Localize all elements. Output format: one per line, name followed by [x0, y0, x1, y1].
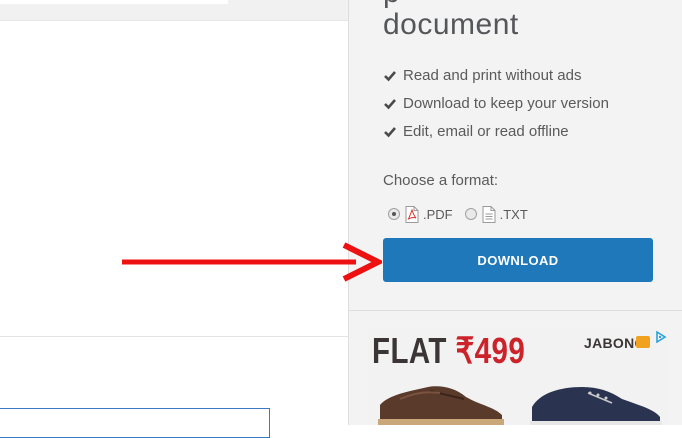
ad-price: ₹499: [455, 330, 526, 371]
check-icon: [384, 127, 396, 138]
preview-top-strip: [0, 0, 348, 21]
ad-flat-text: FLAT: [372, 330, 447, 371]
ad-headline: FLAT ₹499: [372, 331, 525, 371]
adchoices-icon[interactable]: [655, 331, 667, 343]
jabong-ad-banner[interactable]: FLAT ₹499 JABONG: [368, 329, 668, 425]
benefit-label: Edit, email or read offline: [403, 122, 569, 140]
preview-selection-box[interactable]: [0, 408, 270, 438]
preview-divider: [0, 336, 348, 337]
benefit-label: Download to keep your version: [403, 94, 609, 112]
benefit-item: Download to keep your version: [383, 93, 609, 113]
brand-badge-icon: [636, 336, 650, 348]
txt-radio[interactable]: [464, 208, 477, 220]
check-icon: [384, 99, 396, 110]
pdf-file-icon: [405, 205, 419, 223]
panel-title-partial: p: [383, 0, 400, 8]
document-preview-pane: [0, 0, 348, 438]
brown-sneaker-image: [378, 386, 504, 425]
panel-title: document: [383, 8, 519, 41]
txt-file-icon: [482, 205, 496, 223]
benefit-item: Edit, email or read offline: [383, 121, 569, 141]
pdf-radio[interactable]: [388, 208, 400, 220]
pdf-option-label[interactable]: .PDF: [423, 207, 453, 222]
navy-shoe-image: [530, 387, 662, 425]
txt-option-label[interactable]: .TXT: [500, 207, 528, 222]
format-label: Choose a format:: [383, 172, 499, 189]
check-icon: [384, 71, 396, 82]
download-button[interactable]: DOWNLOAD: [383, 238, 653, 282]
benefit-item: Read and print without ads: [383, 65, 581, 85]
red-arrow-icon: [122, 242, 382, 282]
format-options: .PDF .TXT: [388, 205, 528, 223]
benefit-label: Read and print without ads: [403, 66, 582, 84]
